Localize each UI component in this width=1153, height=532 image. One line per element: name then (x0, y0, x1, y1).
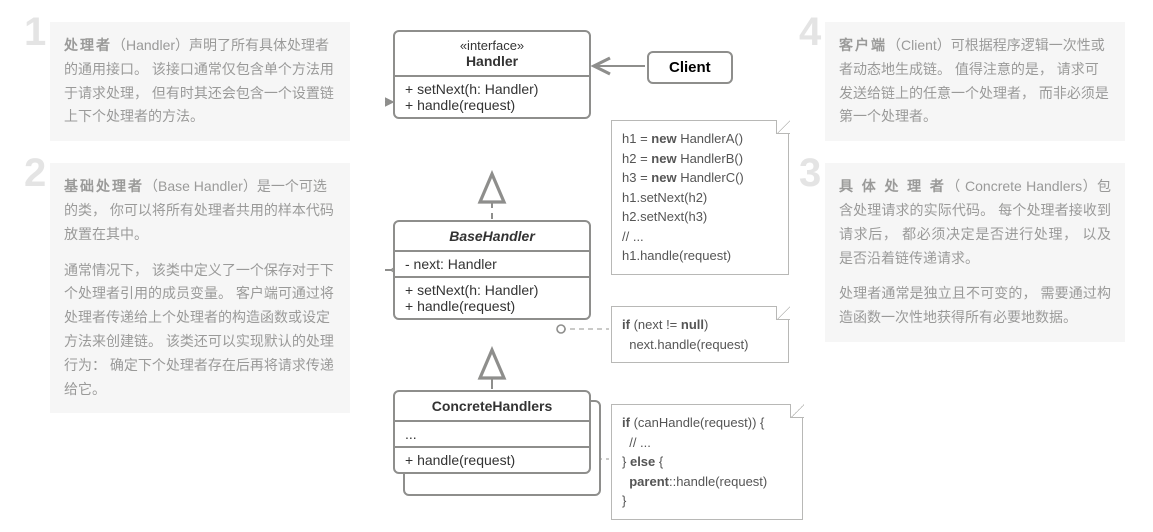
uml-fields: ... (395, 420, 589, 446)
note-title-3: 具 体 处 理 者 (839, 178, 946, 194)
note-number-1: 1 (24, 12, 46, 52)
note-fold-icon (776, 306, 790, 320)
note-base-handler: 2 基础处理者（Base Handler）是一个可选的类， 你可以将所有处理者共… (50, 163, 350, 413)
note-title-4: 客户端 (839, 37, 887, 53)
note-title-1: 处理者 (64, 37, 112, 53)
uml-class-client: Client (647, 51, 733, 84)
uml-methods: + handle(request) (395, 446, 589, 472)
uml-class-header: ConcreteHandlers (395, 392, 589, 420)
code-snippet-concrete-handler: if (canHandle(request)) { // ... } else … (611, 404, 803, 520)
uml-class-header: «interface» Handler (395, 32, 589, 75)
uml-methods: + setNext(h: Handler) + handle(request) (395, 75, 589, 117)
uml-diagram: «interface» Handler + setNext(h: Handler… (385, 22, 805, 522)
uml-fields: - next: Handler (395, 250, 589, 276)
code-snippet-base-handler: if (next != null) next.handle(request) (611, 306, 789, 363)
note-title-2: 基础处理者 (64, 178, 144, 194)
note-handler: 1 处理者（Handler）声明了所有具体处理者的通用接口。 该接口通常仅包含单… (50, 22, 350, 141)
note-fold-icon (776, 120, 790, 134)
note-number-2: 2 (24, 153, 46, 193)
uml-class-handler: «interface» Handler + setNext(h: Handler… (393, 30, 591, 119)
uml-class-concrete-handlers: ConcreteHandlers ... + handle(request) (393, 390, 591, 474)
note-concrete-handlers: 3 具 体 处 理 者（ Concrete Handlers）包含处理请求的实际… (825, 163, 1125, 342)
uml-class-header: BaseHandler (395, 222, 589, 250)
note-fold-icon (790, 404, 804, 418)
uml-class-base-handler: BaseHandler - next: Handler + setNext(h:… (393, 220, 591, 320)
note-client: 4 客户端（Client）可根据程序逻辑一次性或者动态地生成链。 值得注意的是，… (825, 22, 1125, 141)
code-snippet-client: h1 = new HandlerA() h2 = new HandlerB() … (611, 120, 789, 275)
uml-methods: + setNext(h: Handler) + handle(request) (395, 276, 589, 318)
